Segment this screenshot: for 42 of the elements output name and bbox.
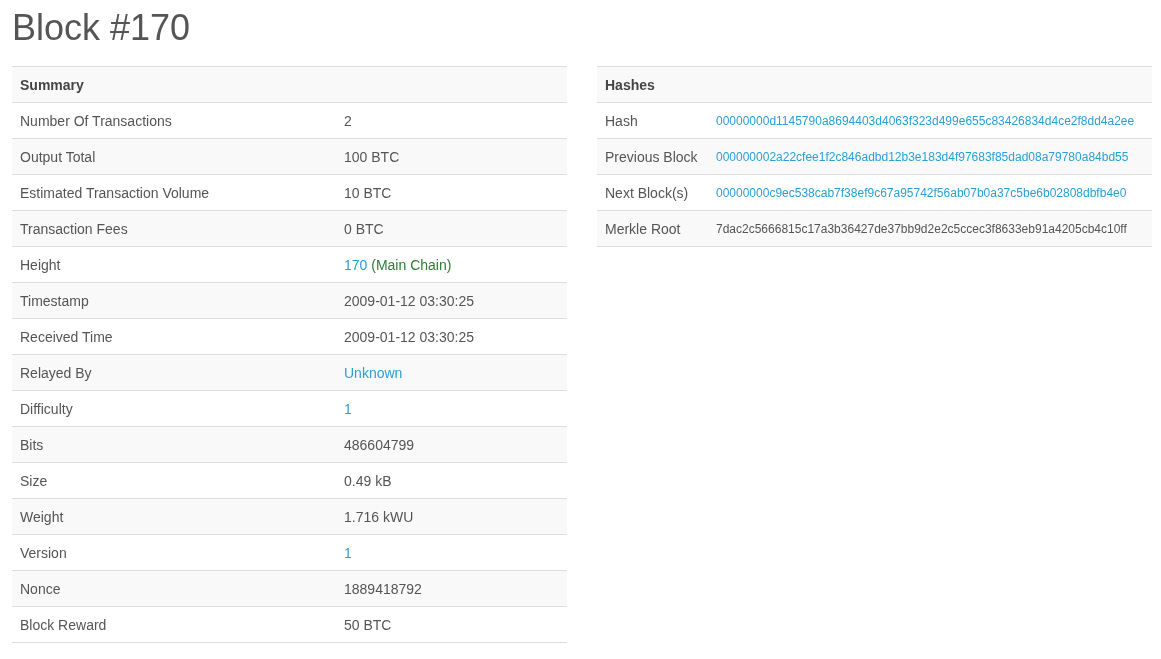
row-label: Version (20, 544, 68, 561)
value-text: 486604799 (344, 436, 415, 453)
row-label: Merkle Root (605, 220, 682, 237)
row-label: Number Of Transactions (20, 112, 173, 129)
row-label: Size (20, 472, 49, 489)
row-label: Timestamp (20, 292, 90, 309)
value-link[interactable]: 00000000c9ec538cab7f38ef9c67a95742f56ab07b0a37c5be6b02808dbfb4e0 (716, 185, 1127, 200)
row-label: Bits (20, 436, 45, 453)
value-link[interactable]: Unknown (344, 364, 403, 381)
row-label: Transaction Fees (20, 220, 129, 237)
value-text: 0.49 kB (344, 472, 392, 489)
value-link[interactable]: 170 (344, 256, 368, 273)
table-heading: Summary (20, 76, 84, 93)
row-label: Height (20, 256, 62, 273)
row-label: Hash (605, 112, 639, 129)
value-link[interactable]: 1 (344, 400, 352, 417)
value-link[interactable]: 00000000d1145790a8694403d4063f323d499e655c83426834d4ce2f8dd4a2ee (716, 113, 1135, 128)
table-heading: Hashes (605, 76, 655, 93)
chain-note: (Main Chain) (371, 256, 452, 273)
value-text: 1.716 kWU (344, 508, 414, 525)
value-link[interactable]: 000000002a22cfee1f2c846adbd12b3e183d4f97683f85dad08a79780a84bd55 (716, 149, 1129, 164)
value-text: 2009-01-12 03:30:25 (344, 292, 474, 309)
value-text: 2 (344, 112, 352, 129)
value-text: 50 BTC (344, 616, 392, 633)
row-label: Relayed By (20, 364, 93, 381)
row-label: Output Total (20, 148, 97, 165)
value-text: 0 BTC (344, 220, 384, 237)
row-label: Block Reward (20, 616, 108, 633)
row-label: Estimated Transaction Volume (20, 184, 211, 201)
value-text: 100 BTC (344, 148, 400, 165)
row-label: Nonce (20, 580, 62, 597)
row-label: Weight (20, 508, 65, 525)
value-text: 1889418792 (344, 580, 422, 597)
row-label: Previous Block (605, 148, 699, 165)
value-text: 7dac2c5666815c17a3b36427de37bb9d2e2c5ccec3f8633eb91a4205cb4c10ff (716, 221, 1127, 236)
row-label: Received Time (20, 328, 114, 345)
page-title: Block #170 (12, 8, 192, 48)
value-text: 10 BTC (344, 184, 392, 201)
row-label: Next Block(s) (605, 184, 690, 201)
row-label: Difficulty (20, 400, 74, 417)
value-link[interactable]: 1 (344, 544, 352, 561)
value-text: 2009-01-12 03:30:25 (344, 328, 474, 345)
